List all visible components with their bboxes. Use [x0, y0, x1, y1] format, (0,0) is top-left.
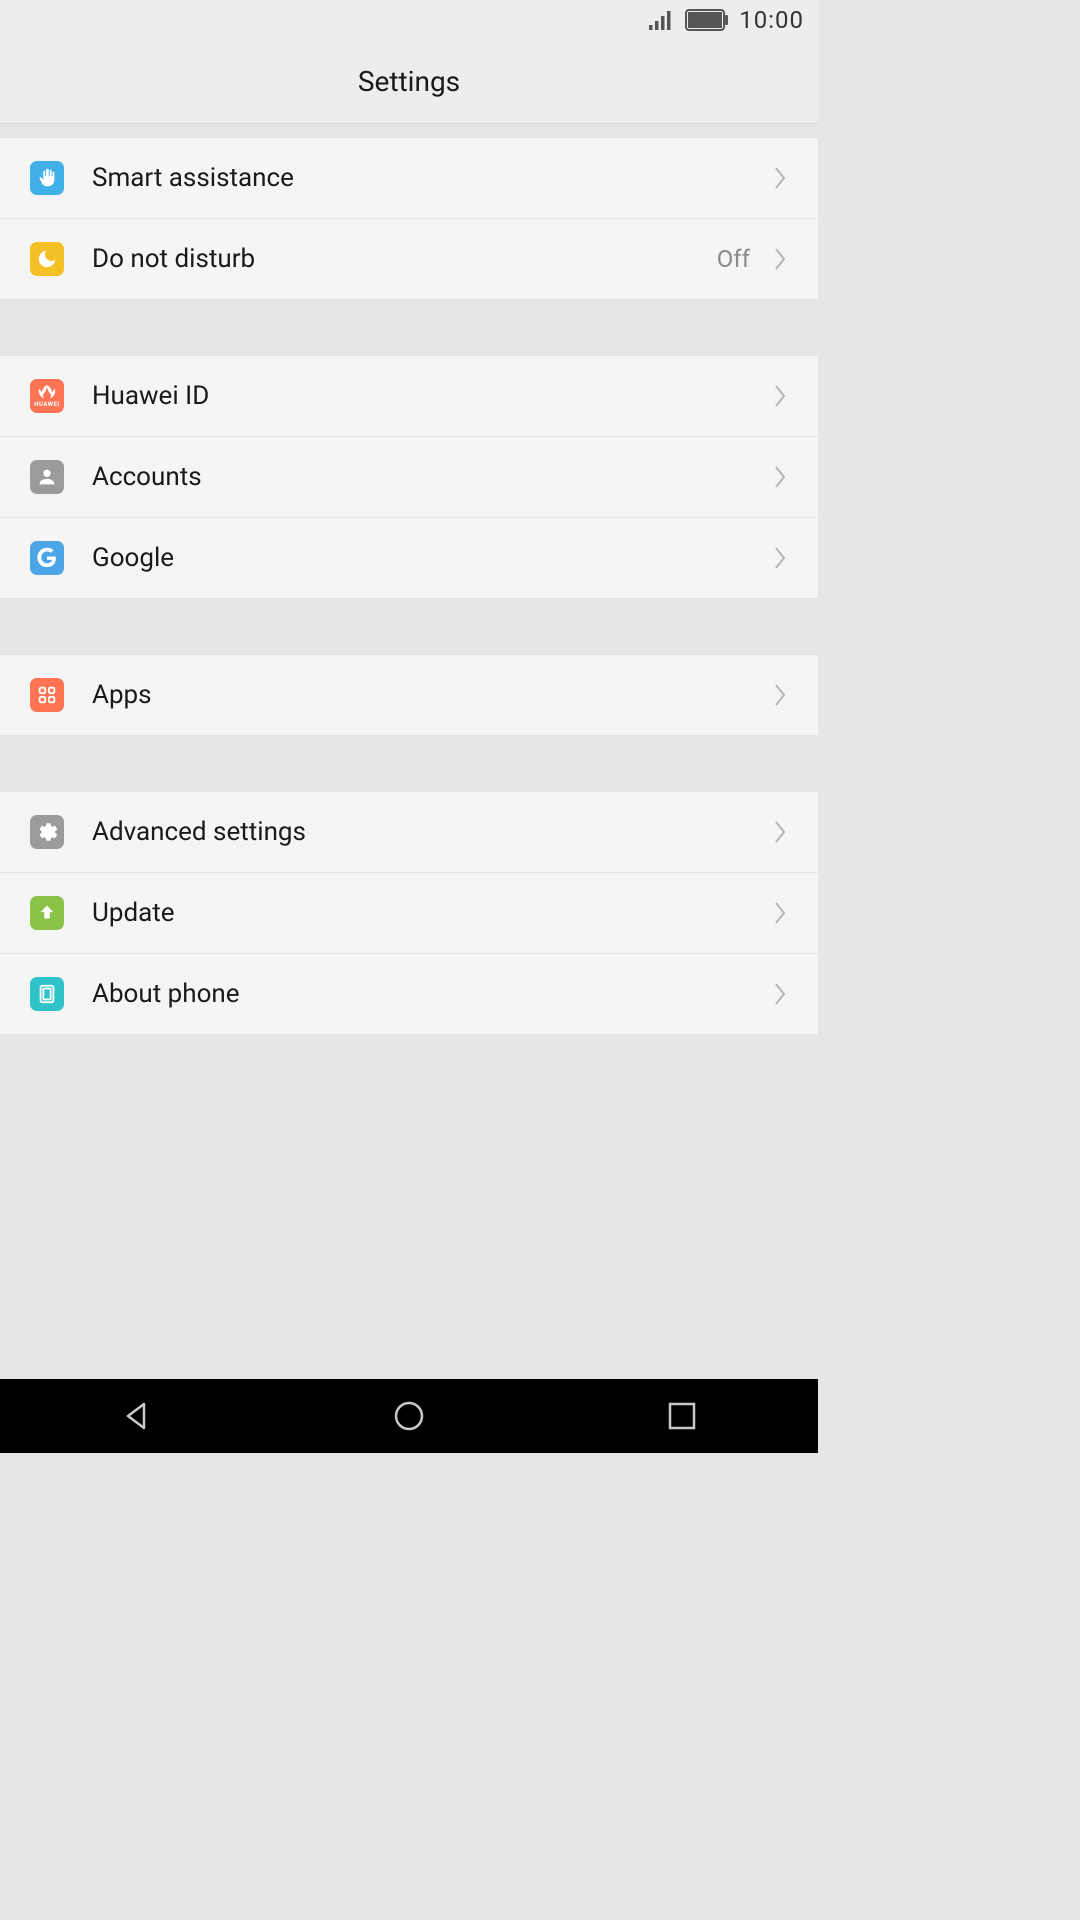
settings-list: Smart assistance Do not disturb Off HUAW… [0, 124, 818, 1379]
chevron-right-icon [774, 166, 788, 190]
chevron-right-icon [774, 465, 788, 489]
chevron-right-icon [774, 384, 788, 408]
row-apps[interactable]: Apps [0, 654, 818, 736]
gear-icon [30, 815, 64, 849]
chevron-right-icon [774, 820, 788, 844]
page-title: Settings [358, 65, 460, 98]
huawei-icon: HUAWEI [30, 379, 64, 413]
row-smart-assistance[interactable]: Smart assistance [0, 137, 818, 219]
system-nav-bar [0, 1379, 818, 1453]
row-accounts[interactable]: Accounts [0, 436, 818, 518]
row-label: About phone [92, 979, 774, 1009]
nav-home-button[interactable] [386, 1393, 432, 1439]
row-label: Do not disturb [92, 244, 717, 274]
upload-arrow-icon [30, 896, 64, 930]
row-huawei-id[interactable]: HUAWEI Huawei ID [0, 355, 818, 437]
row-google[interactable]: Google [0, 517, 818, 599]
row-label: Apps [92, 680, 774, 710]
chevron-right-icon [774, 546, 788, 570]
row-update[interactable]: Update [0, 872, 818, 954]
nav-recent-button[interactable] [659, 1393, 705, 1439]
huawei-logo-text: HUAWEI [34, 401, 59, 408]
signal-icon [649, 10, 675, 30]
chevron-right-icon [774, 901, 788, 925]
hand-icon [30, 161, 64, 195]
status-time: 10:00 [739, 6, 804, 34]
google-icon [30, 541, 64, 575]
row-advanced-settings[interactable]: Advanced settings [0, 791, 818, 873]
chevron-right-icon [774, 982, 788, 1006]
person-icon [30, 460, 64, 494]
row-label: Update [92, 898, 774, 928]
row-label: Huawei ID [92, 381, 774, 411]
row-about-phone[interactable]: About phone [0, 953, 818, 1035]
row-do-not-disturb[interactable]: Do not disturb Off [0, 218, 818, 300]
row-value: Off [717, 245, 750, 273]
apps-grid-icon [30, 678, 64, 712]
row-label: Smart assistance [92, 163, 774, 193]
page-header: Settings [0, 40, 818, 124]
moon-icon [30, 242, 64, 276]
nav-back-button[interactable] [113, 1393, 159, 1439]
status-bar: 10:00 [0, 0, 818, 40]
device-info-icon [30, 977, 64, 1011]
chevron-right-icon [774, 683, 788, 707]
battery-icon [685, 9, 729, 31]
row-label: Accounts [92, 462, 774, 492]
chevron-right-icon [774, 247, 788, 271]
row-label: Google [92, 543, 774, 573]
row-label: Advanced settings [92, 817, 774, 847]
